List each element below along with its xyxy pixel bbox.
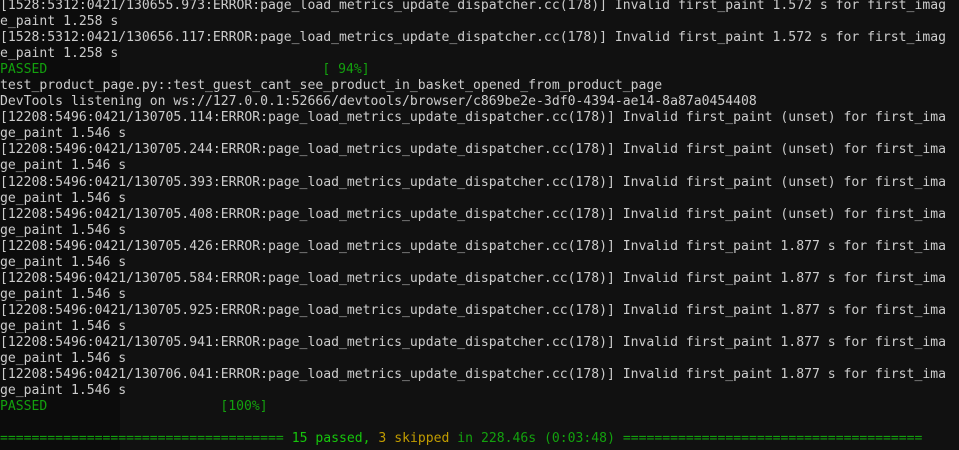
devtools-line: DevTools listening on ws://127.0.0.1:526… [0, 94, 757, 110]
log-line: [12208:5496:0421/130705.244:ERROR:page_l… [0, 142, 946, 158]
log-line: [12208:5496:0421/130705.925:ERROR:page_l… [0, 302, 946, 318]
passed-label: PASSED [0, 399, 48, 415]
log-line: [12208:5496:0421/130705.426:ERROR:page_l… [0, 238, 946, 254]
log-line: [1528:5312:0421/130655.973:ERROR:page_lo… [0, 0, 946, 13]
summary-passed: 15 passed, [291, 431, 371, 447]
log-line: ge_paint 1.546 s [0, 222, 127, 238]
summary-rule-right: ====================================== [622, 431, 923, 447]
log-line: ge_paint 1.546 s [0, 190, 127, 206]
test-name-line: test_product_page.py::test_guest_cant_se… [0, 78, 663, 94]
progress-percent: [ 94%] [322, 62, 370, 78]
log-line: ge_paint 1.546 s [0, 254, 127, 270]
log-line: [12208:5496:0421/130705.941:ERROR:page_l… [0, 334, 946, 350]
log-line: ge_paint 1.546 s [0, 318, 127, 334]
terminal-output: [1528:5312:0421/130655.973:ERROR:page_lo… [0, 0, 959, 447]
log-line: ge_paint 1.546 s [0, 351, 127, 367]
log-line: [12208:5496:0421/130706.041:ERROR:page_l… [0, 367, 946, 383]
summary-time: 228.46s (0:03:48) [480, 431, 615, 447]
summary-line: ==================================== 15 … [0, 431, 959, 447]
log-line: e_paint 1.258 s [0, 46, 119, 62]
progress-percent: [100%] [220, 399, 268, 415]
terminal-window[interactable]: [1528:5312:0421/130655.973:ERROR:page_lo… [0, 0, 959, 450]
log-line: e_paint 1.258 s [0, 14, 119, 30]
summary-skipped: 3 skipped [378, 431, 450, 447]
summary-in: in [457, 431, 474, 447]
log-line: ge_paint 1.546 s [0, 158, 127, 174]
log-line: [12208:5496:0421/130705.393:ERROR:page_l… [0, 174, 946, 190]
passed-line: PASSED [ 94%] [0, 62, 959, 78]
log-line: ge_paint 1.546 s [0, 383, 127, 399]
log-line: [1528:5312:0421/130656.117:ERROR:page_lo… [0, 30, 946, 46]
log-line: ge_paint 1.546 s [0, 286, 127, 302]
log-line: [12208:5496:0421/130705.114:ERROR:page_l… [0, 110, 946, 126]
passed-label: PASSED [0, 62, 48, 78]
log-line: [12208:5496:0421/130705.584:ERROR:page_l… [0, 270, 946, 286]
summary-rule-left: ==================================== [0, 431, 284, 447]
log-line: [12208:5496:0421/130705.408:ERROR:page_l… [0, 206, 946, 222]
passed-line: PASSED [100%] [0, 399, 959, 415]
log-line: ge_paint 1.546 s [0, 126, 127, 142]
